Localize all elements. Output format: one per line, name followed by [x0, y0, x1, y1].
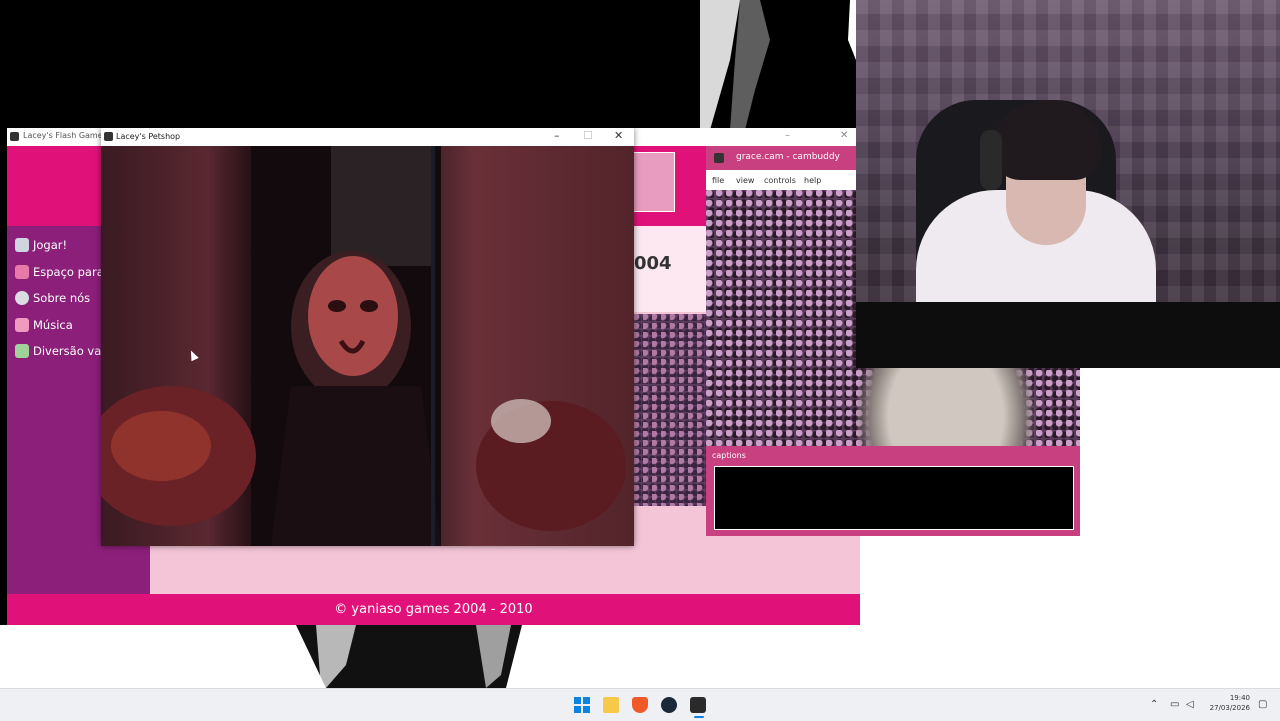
app-icon	[10, 132, 19, 141]
music-icon	[15, 318, 29, 332]
webcam-background	[856, 302, 1280, 368]
chevron-up-icon[interactable]: ⌃	[1150, 699, 1158, 710]
menu-help[interactable]: help	[804, 176, 821, 185]
headset-icon	[980, 130, 1002, 190]
menu-item-diversao[interactable]: Diversão vari	[15, 341, 110, 361]
desktop-artwork	[700, 0, 856, 130]
close-icon[interactable]: ✕	[614, 129, 623, 142]
menu-item-espaco[interactable]: Espaço para t	[15, 262, 110, 282]
menu-item-label: Sobre nós	[33, 291, 91, 305]
app-icon	[714, 153, 724, 163]
brush-icon	[15, 265, 29, 279]
petshop-window-title: Lacey's Petshop	[116, 132, 181, 141]
notification-icon[interactable]: ▢	[1258, 699, 1267, 710]
desktop-white-area	[0, 625, 1280, 688]
cam-window-title: grace.cam - cambuddy	[736, 152, 840, 162]
menu-item-musica[interactable]: Música	[15, 315, 110, 335]
volume-icon[interactable]: ◁	[1186, 699, 1194, 710]
game-controller-icon	[15, 238, 29, 252]
flash-window-title: Lacey's Flash Games	[23, 131, 107, 140]
menu-item-jogar[interactable]: Jogar!	[15, 235, 110, 255]
clock-time: 19:40	[1229, 694, 1250, 702]
captions-label: captions	[712, 451, 746, 460]
info-icon	[15, 291, 29, 305]
maximize-icon[interactable]: ☐	[583, 129, 593, 142]
streamer-webcam	[856, 0, 1280, 302]
cam-menubar: file view controls help	[706, 170, 856, 190]
minimize-icon[interactable]: –	[554, 129, 560, 142]
cambuddy-window: grace.cam - cambuddy file view controls …	[706, 146, 856, 190]
menu-item-label: Diversão vari	[33, 344, 110, 358]
active-app-indicator	[694, 716, 704, 718]
clock-date: 27/03/2026	[1209, 704, 1250, 712]
system-clock[interactable]: 19:40 27/03/2026	[1210, 693, 1250, 713]
desktop-artwork	[296, 625, 522, 688]
menu-item-label: Música	[33, 318, 73, 332]
network-icon[interactable]: ▭	[1170, 699, 1179, 710]
captions-text-box	[714, 466, 1074, 530]
menu-controls[interactable]: controls	[764, 176, 796, 185]
flash-footer: © yaniaso games 2004 - 2010	[7, 594, 860, 625]
app-icon	[104, 132, 113, 141]
menu-view[interactable]: view	[736, 176, 754, 185]
petshop-video-frame	[101, 146, 634, 546]
menu-file[interactable]: file	[712, 176, 724, 185]
close-icon[interactable]: ✕	[840, 130, 848, 141]
petshop-window: Lacey's Petshop – ☐ ✕	[101, 128, 634, 546]
sticker-image	[633, 152, 675, 212]
menu-item-label: Jogar!	[33, 238, 68, 252]
menu-item-label: Espaço para t	[33, 265, 110, 279]
file-explorer-icon[interactable]	[603, 697, 619, 713]
captions-panel: captions	[706, 446, 1080, 536]
star-icon	[15, 344, 29, 358]
year-text: 004	[634, 253, 672, 274]
minimize-icon[interactable]: –	[785, 130, 790, 141]
cam-window-titlebar[interactable]: grace.cam - cambuddy	[706, 146, 856, 170]
menu-item-sobre[interactable]: Sobre nós	[15, 288, 110, 308]
taskbar: ⌃ ▭ ◁ 19:40 27/03/2026 ▢	[0, 688, 1280, 721]
content-image	[634, 314, 707, 506]
steam-icon[interactable]	[661, 697, 677, 713]
petshop-window-titlebar[interactable]: Lacey's Petshop – ☐ ✕	[101, 128, 634, 146]
brave-browser-icon[interactable]	[632, 697, 648, 713]
lacey-app-icon[interactable]	[690, 697, 706, 713]
windows-start-icon[interactable]	[574, 697, 590, 713]
